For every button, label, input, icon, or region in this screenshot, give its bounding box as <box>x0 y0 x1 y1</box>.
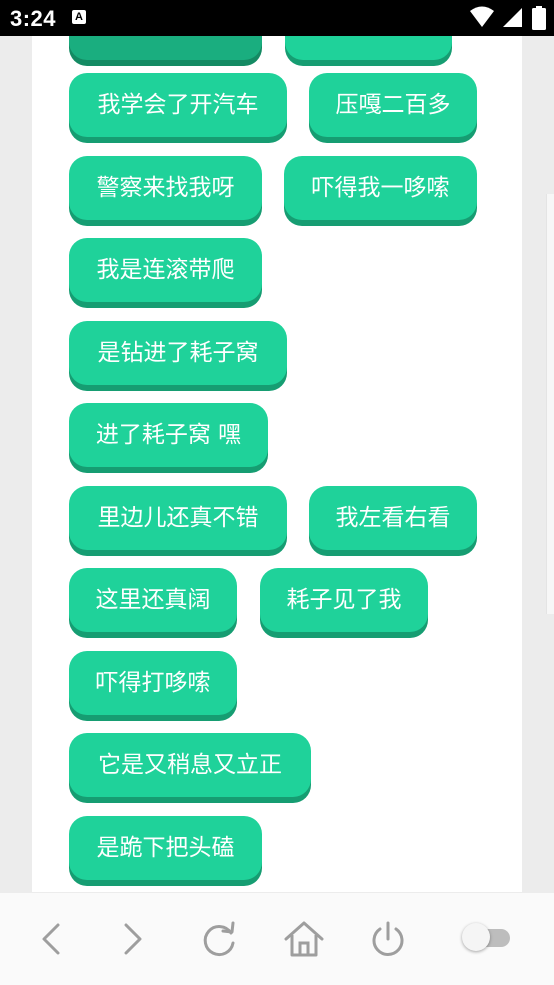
word-button-9[interactable]: 里边儿还真不错 <box>69 486 287 550</box>
word-button-13[interactable]: 吓得打哆嗦 <box>69 651 237 715</box>
reload-button[interactable] <box>197 917 241 961</box>
side-panel-edge <box>546 194 554 614</box>
word-button-6[interactable]: 我是连滚带爬 <box>69 238 262 302</box>
power-icon <box>372 921 404 956</box>
status-icons <box>466 6 546 30</box>
word-button-8[interactable]: 进了耗子窝 嘿 <box>69 403 268 467</box>
forward-icon <box>124 923 142 955</box>
forward-button[interactable] <box>112 917 156 961</box>
status-bar: 3:24 A <box>0 0 554 36</box>
word-button-12[interactable]: 耗子见了我 <box>260 568 428 632</box>
content-area[interactable]: 我学会了开汽车 压嘎二百多 警察来找我呀 吓得我一哆嗦 我是连滚带爬 是钻进了耗… <box>0 36 554 892</box>
reload-icon <box>203 921 235 957</box>
home-button[interactable] <box>282 917 326 961</box>
word-button-14[interactable]: 它是又稍息又立正 <box>69 733 311 797</box>
word-button-4[interactable]: 警察来找我呀 <box>69 156 262 220</box>
word-button-15[interactable]: 是跪下把头磕 <box>69 816 262 880</box>
status-time: 3:24 <box>10 6 57 31</box>
word-button-0[interactable] <box>69 36 262 60</box>
toggle-knob <box>462 923 490 951</box>
word-button-7[interactable]: 是钻进了耗子窝 <box>69 321 287 385</box>
word-button-10[interactable]: 我左看右看 <box>309 486 477 550</box>
word-button-1[interactable] <box>285 36 452 60</box>
wifi-icon <box>469 6 494 27</box>
power-button[interactable] <box>366 917 410 961</box>
word-button-5[interactable]: 吓得我一哆嗦 <box>284 156 477 220</box>
toggle-switch[interactable] <box>462 923 510 951</box>
word-button-11[interactable]: 这里还真阔 <box>69 568 237 632</box>
home-icon <box>284 921 324 957</box>
word-button-2[interactable]: 我学会了开汽车 <box>69 73 287 137</box>
signal-icon <box>502 8 522 27</box>
back-button[interactable] <box>30 917 74 961</box>
notification-icon: A <box>72 10 86 24</box>
battery-icon <box>532 6 546 30</box>
word-button-3[interactable]: 压嘎二百多 <box>309 73 477 137</box>
back-icon <box>42 923 60 955</box>
